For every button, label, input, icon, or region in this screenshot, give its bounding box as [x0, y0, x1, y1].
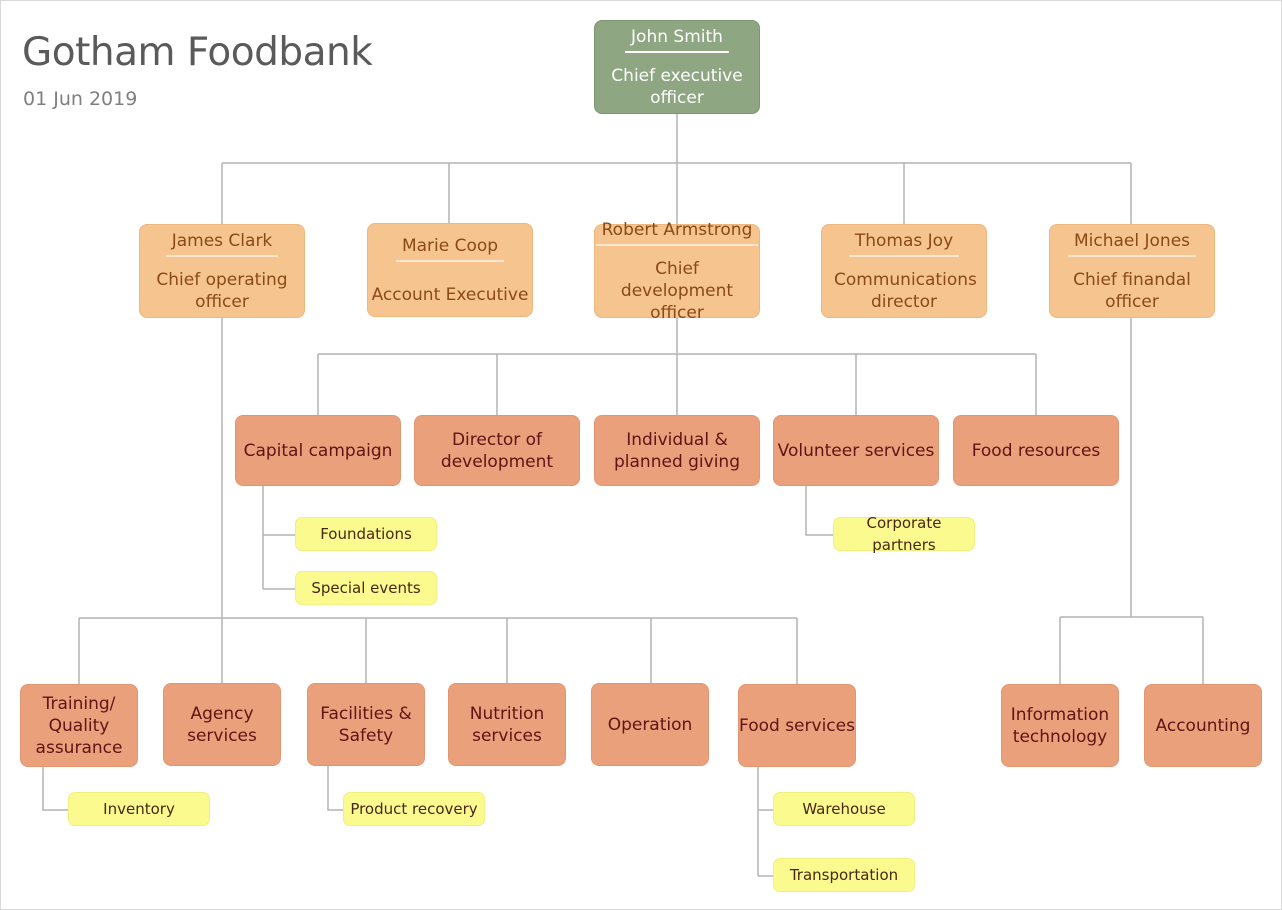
department-label: Agency services: [187, 703, 257, 746]
connector: [78, 317, 798, 685]
department-individual-planned-giving[interactable]: Individual & planned giving: [594, 415, 760, 486]
department-nutrition-services[interactable]: Nutrition services: [448, 683, 566, 766]
department-label: Facilities & Safety: [320, 703, 412, 746]
department-operation[interactable]: Operation: [591, 683, 709, 766]
department-volunteer-services[interactable]: Volunteer services: [773, 415, 939, 486]
department-information-technology[interactable]: Information technology: [1001, 684, 1119, 767]
connector: [42, 766, 69, 811]
executive-node-marie-coop[interactable]: Marie Coop Account Executive: [367, 223, 533, 317]
subunit-inventory[interactable]: Inventory: [68, 792, 210, 826]
ceo-node[interactable]: John Smith Chief executive officer: [594, 20, 760, 114]
connector: [757, 766, 774, 877]
department-director-of-development[interactable]: Director of development: [414, 415, 580, 486]
executive-node-thomas-joy[interactable]: Thomas Joy Communications director: [821, 224, 987, 318]
executive-name: Thomas Joy: [848, 230, 960, 257]
subunit-label: Foundations: [320, 525, 412, 543]
department-label: Operation: [607, 714, 693, 735]
subunit-special-events[interactable]: Special events: [295, 571, 437, 605]
ceo-role: Chief executive officer: [611, 65, 743, 108]
subunit-label: Special events: [311, 579, 421, 597]
department-training-quality-assurance[interactable]: Training/ Quality assurance: [20, 684, 138, 767]
department-facilities-safety[interactable]: Facilities & Safety: [307, 683, 425, 766]
executive-role: Chief operating officer: [156, 269, 288, 312]
executive-name: Michael Jones: [1067, 230, 1197, 257]
subunit-transportation[interactable]: Transportation: [773, 858, 915, 892]
connector: [805, 485, 834, 536]
subunit-warehouse[interactable]: Warehouse: [773, 792, 915, 826]
connector: [221, 114, 1132, 224]
department-label: Individual & planned giving: [614, 429, 740, 472]
executive-role: Communications director: [834, 269, 977, 312]
connector: [327, 764, 344, 811]
department-label: Capital campaign: [243, 440, 393, 461]
executive-role: Account Executive: [371, 284, 529, 305]
department-label: Training/ Quality assurance: [35, 693, 123, 758]
executive-node-james-clark[interactable]: James Clark Chief operating officer: [139, 224, 305, 318]
subunit-label: Product recovery: [350, 800, 478, 818]
department-label: Food services: [739, 715, 855, 736]
subunit-foundations[interactable]: Foundations: [295, 517, 437, 551]
connector: [262, 485, 296, 590]
executive-node-robert-armstrong[interactable]: Robert Armstrong Chief development offic…: [594, 220, 760, 323]
subunit-label: Corporate partners: [866, 514, 942, 554]
executive-name: Robert Armstrong: [595, 219, 759, 246]
ceo-name: John Smith: [625, 26, 729, 53]
executive-node-michael-jones[interactable]: Michael Jones Chief finandal officer: [1049, 224, 1215, 318]
connector: [1059, 317, 1204, 685]
department-accounting[interactable]: Accounting: [1144, 684, 1262, 767]
subunit-label: Inventory: [103, 800, 175, 818]
subunit-corporate-partners[interactable]: Corporate partners: [833, 514, 975, 554]
department-label: Information technology: [1010, 704, 1110, 747]
subunit-product-recovery[interactable]: Product recovery: [343, 792, 485, 826]
executive-role: Chief development officer: [620, 258, 734, 323]
department-label: Nutrition services: [469, 703, 545, 746]
department-label: Director of development: [440, 429, 554, 472]
department-label: Accounting: [1155, 715, 1251, 736]
executive-role: Chief finandal officer: [1073, 269, 1191, 312]
department-food-resources[interactable]: Food resources: [953, 415, 1119, 486]
executive-name: James Clark: [165, 230, 279, 257]
executive-name: Marie Coop: [395, 235, 505, 262]
connector: [317, 317, 1037, 415]
department-agency-services[interactable]: Agency services: [163, 683, 281, 766]
subunit-label: Warehouse: [802, 800, 886, 818]
department-label: Food resources: [971, 440, 1101, 461]
subunit-label: Transportation: [789, 866, 899, 884]
department-label: Volunteer services: [777, 440, 935, 461]
department-capital-campaign[interactable]: Capital campaign: [235, 415, 401, 486]
department-food-services[interactable]: Food services: [738, 684, 856, 767]
